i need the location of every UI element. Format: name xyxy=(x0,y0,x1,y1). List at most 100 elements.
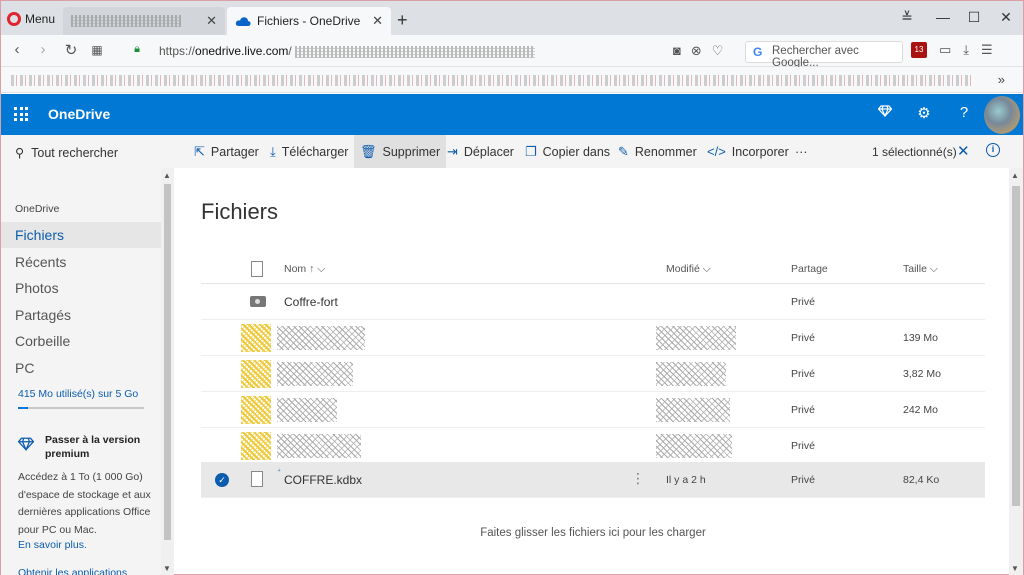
share-icon: ⇱ xyxy=(194,143,205,159)
scroll-up-icon[interactable]: ▲ xyxy=(1011,171,1019,180)
share-button[interactable]: ⇱ Partager xyxy=(188,135,265,168)
redacted-bookmarks xyxy=(11,75,971,86)
premium-title[interactable]: Passer à la version premium xyxy=(45,433,155,461)
main-scroll-thumb[interactable] xyxy=(1012,186,1020,506)
premium-diamond-icon xyxy=(17,437,35,455)
storage-quota-link[interactable]: 415 Mo utilisé(s) sur 5 Go xyxy=(18,388,138,400)
chevron-down-icon: ⌵ xyxy=(702,263,711,275)
sidebar-item-photos[interactable]: Photos xyxy=(1,275,161,301)
premium-diamond-icon[interactable] xyxy=(873,104,897,121)
sidebar-item-recent[interactable]: Récents xyxy=(1,249,161,275)
personal-vault-icon xyxy=(250,296,266,307)
scroll-down-icon[interactable]: ▼ xyxy=(163,564,171,573)
chevron-down-icon: ⌵ xyxy=(317,263,326,275)
sidebar-item-files[interactable]: Fichiers xyxy=(1,222,161,248)
premium-description: Accédez à 1 To (1 000 Go) d'espace de st… xyxy=(18,471,151,536)
reload-icon[interactable]: ↻ xyxy=(61,41,81,59)
clear-selection-icon[interactable]: ✕ xyxy=(957,142,970,160)
table-row[interactable]: Privé xyxy=(201,428,985,464)
onedrive-cloud-icon xyxy=(235,16,251,26)
storage-quota-fill xyxy=(18,407,29,409)
settings-gear-icon[interactable]: ⚙ xyxy=(912,104,936,122)
column-size[interactable]: Taille ⌵ xyxy=(903,263,938,276)
heart-icon[interactable]: ♡ xyxy=(712,43,724,59)
table-row[interactable]: Privé 3,82 Mo xyxy=(201,356,985,392)
embed-button[interactable]: </> Incorporer xyxy=(701,135,795,168)
forward-icon[interactable]: › xyxy=(33,41,53,58)
avatar[interactable] xyxy=(984,96,1020,134)
move-button[interactable]: ⇥ Déplacer xyxy=(441,135,520,168)
camera-icon[interactable]: ◙ xyxy=(673,43,681,59)
download-icon[interactable]: ⤓ xyxy=(963,42,969,58)
table-row[interactable]: Privé 139 Mo xyxy=(201,320,985,356)
delete-button[interactable]: 🗑︎ Supprimer xyxy=(354,135,447,168)
block-icon[interactable]: ⊗ xyxy=(691,43,702,59)
copy-icon: ❐ xyxy=(525,143,537,159)
app-launcher-icon[interactable] xyxy=(14,107,28,121)
trash-icon: 🗑︎ xyxy=(360,143,377,159)
learn-more-link[interactable]: En savoir plus. xyxy=(18,539,87,551)
table-row[interactable]: Coffre-fort Privé xyxy=(201,284,985,320)
app-title[interactable]: OneDrive xyxy=(48,106,110,122)
tab-menu-icon[interactable]: ≚ xyxy=(892,9,922,26)
column-modified[interactable]: Modifié ⌵ xyxy=(666,263,711,276)
bookmarks-more-icon[interactable]: » xyxy=(998,72,1005,87)
opera-menu-button[interactable]: Menu xyxy=(7,9,55,29)
scroll-up-icon[interactable]: ▲ xyxy=(163,171,171,180)
info-icon[interactable]: i xyxy=(986,143,1000,157)
redacted-tab-title xyxy=(71,15,181,27)
active-tab-title: Fichiers - OneDrive xyxy=(257,14,361,28)
get-apps-link[interactable]: Obtenir les applications xyxy=(18,567,127,575)
search-all-button[interactable]: ⚲ Tout rechercher xyxy=(15,145,118,161)
browser-tab-active[interactable]: Fichiers - OneDrive ✕ xyxy=(227,7,391,35)
scroll-down-icon[interactable]: ▼ xyxy=(1011,564,1019,573)
storage-quota-bar xyxy=(18,407,144,409)
sidebar-item-shared[interactable]: Partagés xyxy=(1,302,161,328)
rename-button[interactable]: ✎ Renommer xyxy=(612,135,703,168)
close-window-icon[interactable]: ✕ xyxy=(991,9,1021,26)
row-more-actions-icon[interactable]: ⋮ xyxy=(631,470,645,487)
sort-ascending-icon: ↑ xyxy=(309,263,315,275)
new-tab-icon[interactable]: + xyxy=(397,10,408,31)
file-type-header-icon[interactable] xyxy=(251,261,263,277)
maximize-icon[interactable]: ☐ xyxy=(959,9,989,26)
move-icon: ⇥ xyxy=(447,143,458,159)
sidebar-scrollbar[interactable]: ▲ ▼ xyxy=(161,168,174,575)
file-icon xyxy=(251,471,263,487)
redacted-modified xyxy=(656,326,736,350)
row-sharing: Privé xyxy=(791,332,815,344)
easy-setup-icon[interactable]: ☰ xyxy=(981,42,993,58)
row-name[interactable]: COFFRE.kdbx xyxy=(284,473,362,487)
sidebar-item-recycle-bin[interactable]: Corbeille xyxy=(1,328,161,354)
browser-tab-inactive[interactable]: ✕ xyxy=(63,7,225,35)
address-bar: ‹ › ↻ ▦ 🔒︎ https://onedrive.live.com/ ◙ … xyxy=(1,35,1023,69)
search-input[interactable]: G Rechercher avec Google... xyxy=(745,41,903,69)
more-commands-button[interactable]: ··· xyxy=(789,135,814,168)
main-scrollbar[interactable]: ▲ ▼ xyxy=(1009,168,1023,575)
download-button[interactable]: ⤓ Télécharger xyxy=(264,135,354,168)
redacted-name xyxy=(277,398,337,422)
command-bar: ⇱ Partager ⤓ Télécharger 🗑︎ Supprimer ⇥ Dépl… xyxy=(174,135,1023,168)
help-icon[interactable]: ? xyxy=(952,104,976,121)
back-icon[interactable]: ‹ xyxy=(7,41,27,58)
speed-dial-icon[interactable]: ▦ xyxy=(87,43,107,57)
copy-to-button[interactable]: ❐ Copier dans xyxy=(519,135,616,168)
tab-close-icon[interactable]: ✕ xyxy=(372,13,383,29)
sidebar-scroll-thumb[interactable] xyxy=(164,184,171,540)
row-name[interactable]: Coffre-fort xyxy=(284,295,338,309)
table-row[interactable]: Privé 242 Mo xyxy=(201,392,985,428)
url-field[interactable]: https://onedrive.live.com/ xyxy=(159,44,536,58)
left-navigation: ⚲ Tout rechercher OneDrive Fichiers Réce… xyxy=(1,135,174,575)
address-icons: ◙ ⊗ ♡ xyxy=(673,43,723,59)
row-checkbox-checked-icon[interactable]: ✓ xyxy=(215,473,229,487)
redacted-folder-icon xyxy=(241,432,271,460)
extension-badge-icon[interactable]: 13 xyxy=(911,42,927,58)
extension-icon[interactable]: ▭ xyxy=(939,42,951,58)
tab-close-icon[interactable]: ✕ xyxy=(206,13,217,29)
redacted-modified xyxy=(656,362,726,386)
column-sharing[interactable]: Partage xyxy=(791,263,828,275)
column-name[interactable]: Nom ↑ ⌵ xyxy=(284,263,325,276)
table-row-selected[interactable]: ✓ ⁺ COFFRE.kdbx ⋮ Il y a 2 h Privé 82,4 … xyxy=(201,462,985,498)
sidebar-item-pc[interactable]: PC xyxy=(1,355,161,381)
minimize-icon[interactable]: — xyxy=(928,9,958,25)
